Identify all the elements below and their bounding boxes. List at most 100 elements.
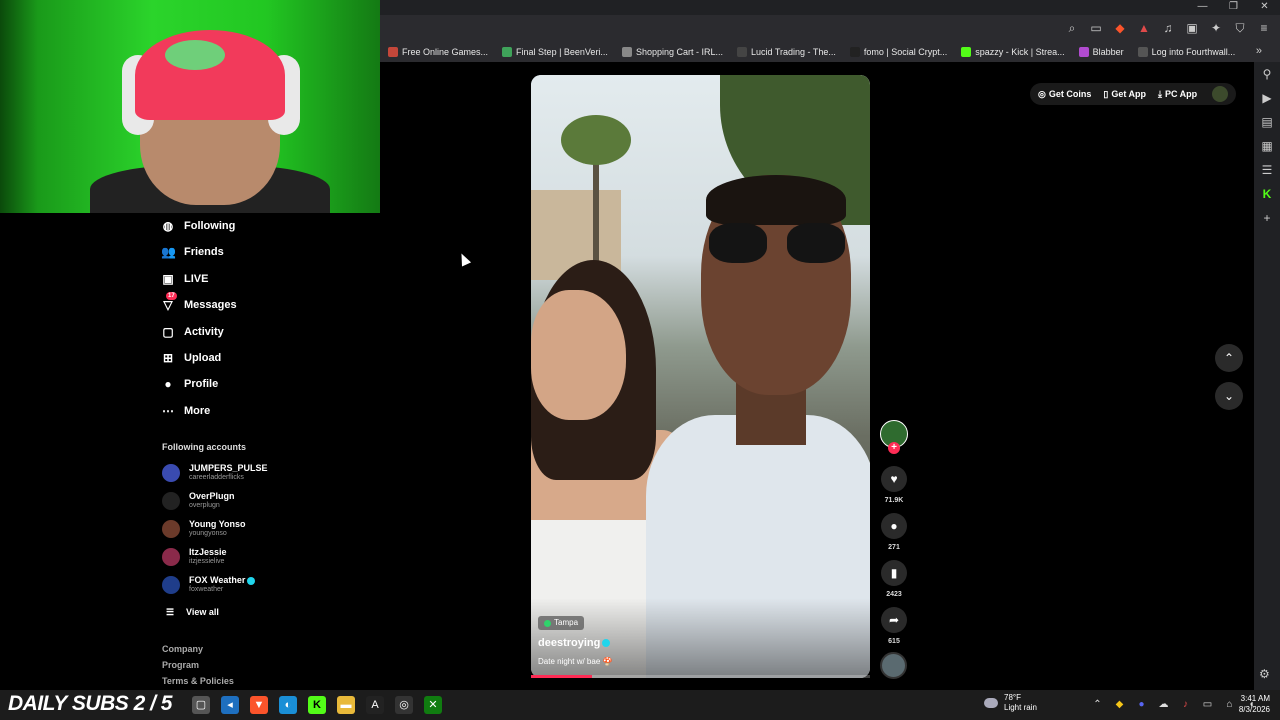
bookmark-item[interactable]: Blabber: [1078, 47, 1124, 57]
account-avatar: [162, 464, 180, 482]
sidebar-item-activity[interactable]: ▢ Activity: [161, 325, 223, 339]
bookmark-item[interactable]: Shopping Cart - IRL...: [621, 47, 723, 57]
download-icon: ⤓: [1158, 88, 1162, 99]
file-explorer-icon[interactable]: ▬: [337, 696, 355, 714]
view-all-button[interactable]: ☰ View all: [163, 605, 219, 619]
obs-icon[interactable]: ◎: [395, 696, 413, 714]
video-caption: Date night w/ bae 🍄: [538, 657, 613, 666]
music-disc-icon[interactable]: [880, 652, 907, 679]
account-handle: foxweather: [189, 586, 224, 593]
brave-rewards-icon[interactable]: ▲: [1136, 20, 1152, 36]
video-progress[interactable]: [531, 675, 870, 678]
close-icon[interactable]: ✕: [1249, 0, 1280, 15]
sidebar-item-following[interactable]: ◍ Following: [161, 219, 236, 233]
save-count: 2423: [886, 591, 902, 598]
kick-app-icon[interactable]: K: [308, 696, 326, 714]
norton-icon[interactable]: ◆: [1112, 697, 1127, 712]
video-icon[interactable]: ▶: [1254, 86, 1280, 110]
browser-titlebar: — ❐ ✕: [380, 0, 1280, 15]
kick-icon[interactable]: K: [1254, 182, 1280, 206]
following-account[interactable]: FOX Weather foxweather: [162, 575, 256, 595]
restore-icon[interactable]: ❐: [1218, 0, 1249, 15]
following-account[interactable]: Young Yonso youngyonso: [162, 519, 246, 539]
account-name: JUMPERS_PULSE: [189, 463, 268, 473]
following-account[interactable]: ItzJessie itzjessielive: [162, 547, 227, 567]
sidebar-item-more[interactable]: ⋯ More: [161, 404, 210, 418]
notes-icon[interactable]: ▦: [1254, 134, 1280, 158]
vpn-icon[interactable]: ⛉: [1232, 20, 1248, 36]
live-icon: ▣: [162, 272, 174, 286]
footer-link[interactable]: Terms & Policies: [162, 676, 234, 686]
video-player[interactable]: [531, 75, 870, 678]
comment-button[interactable]: ● 271: [880, 513, 908, 551]
wallet-panel-icon[interactable]: ▤: [1254, 110, 1280, 134]
heart-icon: ♥: [881, 466, 907, 492]
bookmark-favicon-icon: [388, 47, 398, 57]
xbox-icon[interactable]: ✕: [424, 696, 442, 714]
previous-video-button[interactable]: ⌃: [1215, 344, 1243, 372]
pc-app-button[interactable]: ⤓ PC App: [1158, 89, 1197, 100]
cast-icon[interactable]: ▭: [1088, 20, 1104, 36]
add-panel-icon[interactable]: +: [1254, 206, 1280, 230]
terminal-icon[interactable]: A: [366, 696, 384, 714]
onedrive-icon[interactable]: ☁: [1156, 697, 1171, 712]
chevron-up-tray-icon[interactable]: ⌃: [1090, 697, 1105, 712]
save-button[interactable]: ▮ 2423: [880, 560, 908, 598]
clock[interactable]: 3:41 AM 8/3/2026: [1232, 693, 1270, 715]
footer-link[interactable]: Company: [162, 644, 203, 654]
bookmark-favicon-icon: [961, 47, 972, 57]
account-name: ItzJessie: [189, 547, 227, 557]
get-coins-button[interactable]: ◎ Get Coins: [1038, 89, 1091, 100]
following-account[interactable]: JUMPERS_PULSE careerladderflicks: [162, 463, 268, 483]
bookmark-item[interactable]: Lucid Trading - The...: [736, 47, 836, 57]
sidebar-item-live[interactable]: ▣ LIVE: [161, 272, 208, 286]
bookmark-item[interactable]: Final Step | BeenVeri...: [502, 47, 608, 57]
edge-icon[interactable]: ◐: [279, 696, 297, 714]
display-icon[interactable]: ▭: [1200, 697, 1215, 712]
reading-list-icon[interactable]: ☰: [1254, 158, 1280, 182]
bookmark-item[interactable]: fomo | Social Crypt...: [849, 47, 947, 57]
weather-widget[interactable]: 78°F Light rain: [984, 693, 1037, 713]
messages-icon: ▽ 17: [163, 292, 177, 312]
share-icon: ➦: [881, 607, 907, 633]
following-accounts-title: Following accounts: [162, 442, 247, 452]
zoom-icon[interactable]: ⌕: [1064, 20, 1080, 36]
brave-shield-icon[interactable]: ◆: [1112, 20, 1128, 36]
brave-icon[interactable]: ▼: [250, 696, 268, 714]
account-handle: overplugn: [189, 502, 220, 509]
following-account[interactable]: OverPlugn overplugn: [162, 491, 235, 511]
ai-icon[interactable]: ✦: [1208, 20, 1224, 36]
pin-icon[interactable]: ⚲: [1254, 62, 1280, 86]
sidebar-item-messages[interactable]: ▽ 17 Messages: [161, 292, 237, 312]
media-icon[interactable]: ♫: [1160, 20, 1176, 36]
get-app-button[interactable]: ▯ Get App: [1103, 89, 1146, 100]
bookmark-item[interactable]: Free Online Games...: [388, 47, 488, 57]
microphone-icon[interactable]: ♪: [1178, 697, 1193, 712]
sidebar-item-friends[interactable]: 👥 Friends: [161, 245, 224, 259]
top-actions: ◎ Get Coins ▯ Get App ⤓ PC App: [1030, 83, 1236, 105]
vscode-icon[interactable]: ◂: [221, 696, 239, 714]
location-tag[interactable]: Tampa: [538, 616, 585, 630]
follow-plus-icon[interactable]: +: [888, 442, 900, 454]
share-count: 615: [888, 638, 900, 645]
like-button[interactable]: ♥ 71.9K: [880, 466, 908, 504]
menu-icon[interactable]: ≡: [1256, 20, 1272, 36]
daily-subs-overlay: DAILY SUBS 2 / 5: [8, 692, 172, 715]
share-button[interactable]: ➦ 615: [880, 607, 908, 645]
sidebar-item-profile[interactable]: ● Profile: [161, 377, 218, 391]
bookmark-item[interactable]: Log into Fourthwall...: [1137, 47, 1235, 57]
verified-icon: [247, 576, 256, 585]
settings-gear-icon[interactable]: ⚙: [1259, 667, 1270, 681]
sidebar-item-upload[interactable]: ⊞ Upload: [161, 351, 221, 365]
bookmarks-overflow-icon[interactable]: »: [1256, 45, 1262, 57]
wallet-icon[interactable]: ▣: [1184, 20, 1200, 36]
taskview-icon[interactable]: ▢: [192, 696, 210, 714]
next-video-button[interactable]: ⌄: [1215, 382, 1243, 410]
video-author[interactable]: deestroying: [538, 637, 611, 649]
footer-link[interactable]: Program: [162, 660, 199, 670]
discord-icon[interactable]: ●: [1134, 697, 1149, 712]
user-avatar[interactable]: [1212, 86, 1228, 102]
bookmark-item[interactable]: spazzy - Kick | Strea...: [961, 47, 1065, 57]
minimize-icon[interactable]: —: [1187, 0, 1218, 15]
taskbar-apps: ▢ ◂ ▼ ◐ K ▬ A ◎ ✕: [192, 696, 442, 714]
